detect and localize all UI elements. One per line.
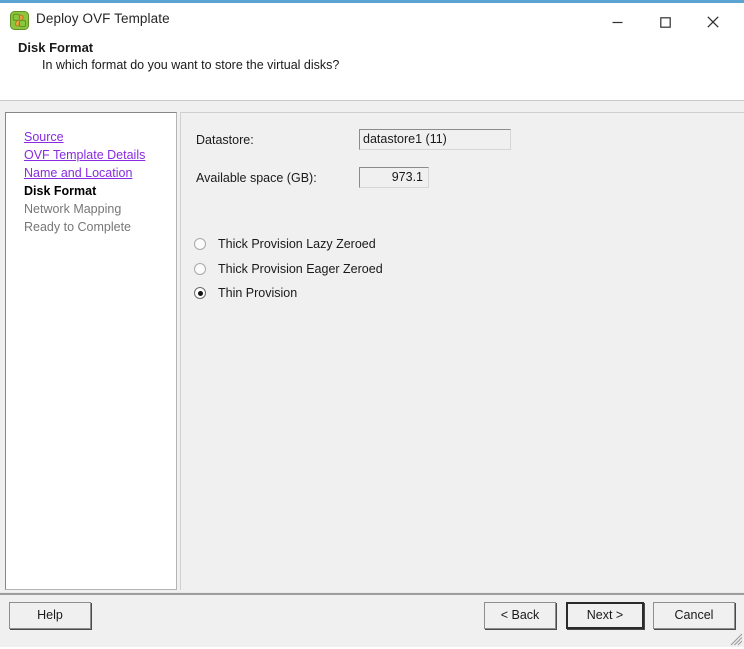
- datastore-label: Datastore:: [196, 133, 254, 147]
- radio-label: Thin Provision: [218, 286, 298, 300]
- radio-icon-selected: [194, 287, 206, 299]
- wizard-content-panel: Datastore: datastore1 (11) Available spa…: [180, 112, 744, 590]
- radio-thick-provision-eager-zeroed[interactable]: Thick Provision Eager Zeroed: [194, 261, 383, 277]
- wizard-step-list: Source OVF Template Details Name and Loc…: [5, 112, 177, 590]
- back-button[interactable]: < Back: [484, 602, 556, 629]
- page-title: Disk Format: [18, 40, 94, 55]
- minimize-button[interactable]: [594, 6, 640, 38]
- close-icon: [707, 16, 719, 28]
- sidebar-item-ovf-template-details[interactable]: OVF Template Details: [24, 146, 145, 164]
- help-button[interactable]: Help: [9, 602, 91, 629]
- available-space-field[interactable]: 973.1: [359, 167, 429, 188]
- page-subtitle: In which format do you want to store the…: [42, 58, 340, 72]
- radio-icon: [194, 238, 206, 250]
- sidebar-item-ready-to-complete: Ready to Complete: [24, 220, 132, 234]
- sidebar-item-name-and-location[interactable]: Name and Location: [24, 164, 132, 182]
- close-button[interactable]: [690, 6, 736, 38]
- radio-icon: [194, 263, 206, 275]
- radio-thin-provision[interactable]: Thin Provision: [194, 285, 297, 301]
- window-title: Deploy OVF Template: [36, 11, 170, 26]
- cancel-button[interactable]: Cancel: [653, 602, 735, 629]
- wizard-body: Source OVF Template Details Name and Loc…: [0, 101, 744, 592]
- wizard-footer: Help < Back Next > Cancel: [0, 595, 744, 647]
- title-bar: Deploy OVF Template: [0, 3, 744, 36]
- next-button[interactable]: Next >: [566, 602, 644, 629]
- sidebar-item-disk-format: Disk Format: [24, 184, 97, 198]
- radio-label: Thick Provision Eager Zeroed: [218, 262, 383, 276]
- sidebar-item-source[interactable]: Source: [24, 128, 64, 146]
- ovf-template-icon: [10, 11, 29, 30]
- datastore-field[interactable]: datastore1 (11): [359, 129, 511, 150]
- minimize-icon: [612, 21, 622, 23]
- resize-grip[interactable]: [727, 630, 743, 646]
- available-space-label: Available space (GB):: [196, 171, 317, 185]
- maximize-icon: [659, 16, 671, 28]
- maximize-button[interactable]: [642, 6, 688, 38]
- radio-label: Thick Provision Lazy Zeroed: [218, 237, 376, 251]
- radio-thick-provision-lazy-zeroed[interactable]: Thick Provision Lazy Zeroed: [194, 236, 376, 252]
- sidebar-item-network-mapping: Network Mapping: [24, 202, 122, 216]
